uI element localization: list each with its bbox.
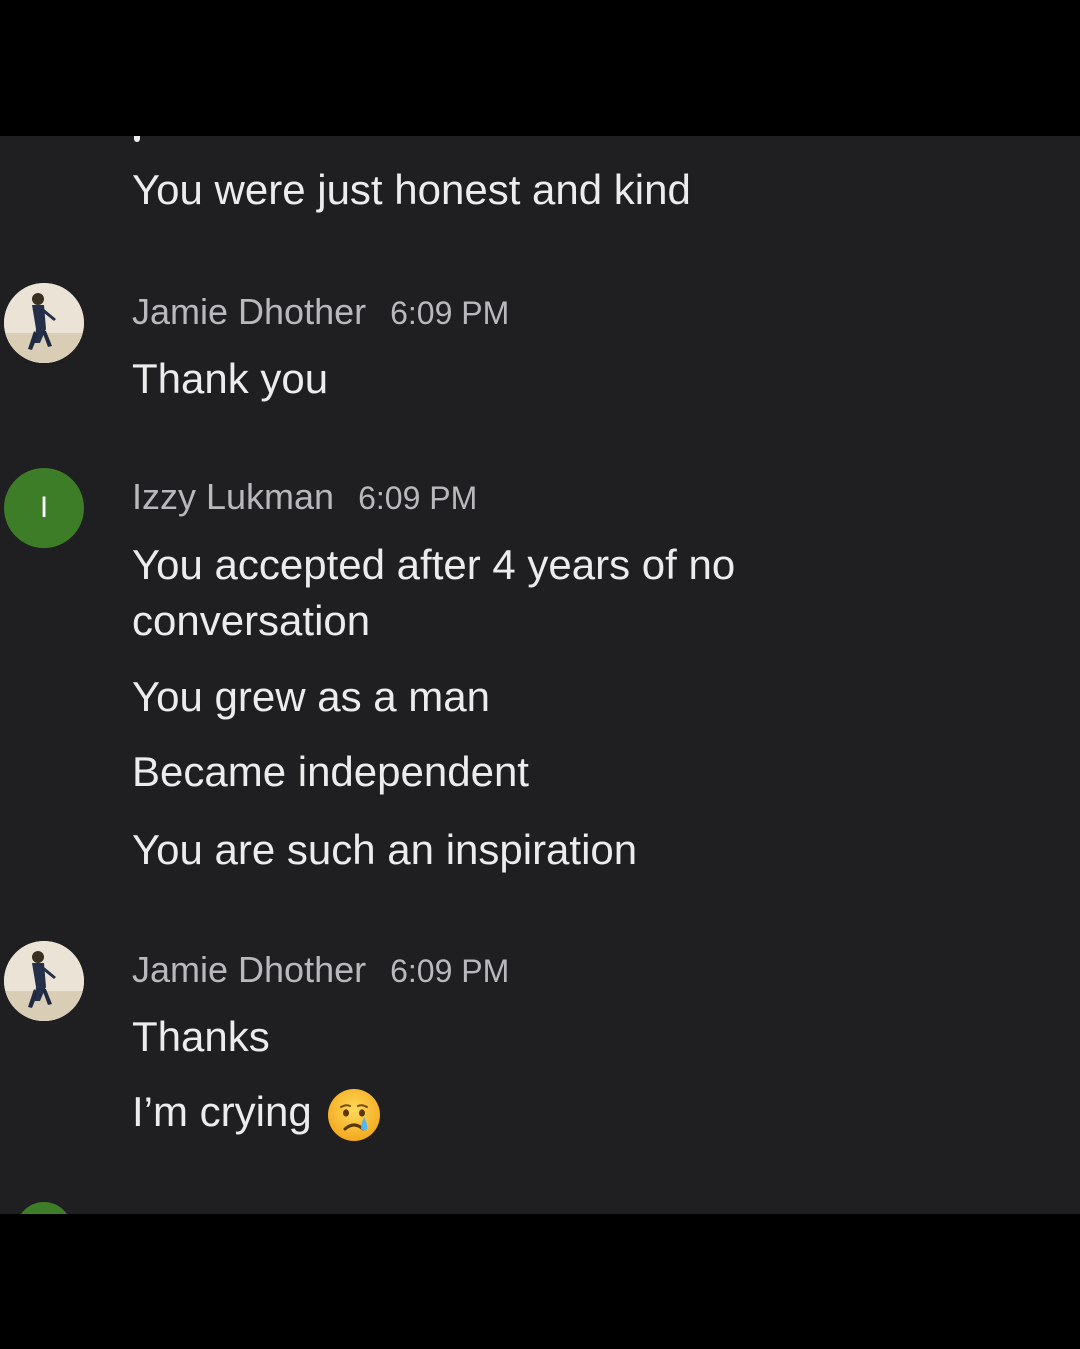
sender-name[interactable]: Izzy Lukman <box>132 476 334 517</box>
sender-name[interactable]: Jamie Dhother <box>132 291 366 332</box>
message-header: Jamie Dhother 6:09 PM <box>132 292 509 332</box>
message-text: Thank you <box>132 355 329 402</box>
message-line: I’m crying <box>132 1084 382 1143</box>
user-avatar-jamie[interactable] <box>4 283 84 363</box>
message-text: You grew as a man <box>132 673 491 720</box>
message-text: You are such an inspiration <box>132 826 638 873</box>
avatar-photo-icon <box>4 283 84 363</box>
message-text: I’m crying <box>132 1088 312 1135</box>
message-time: 6:09 PM <box>358 480 478 516</box>
next-avatar[interactable] <box>16 1202 72 1214</box>
sender-name[interactable]: Jamie Dhother <box>132 949 366 990</box>
message-time: 6:09 PM <box>390 953 510 989</box>
message-header: Izzy Lukman 6:09 PM <box>132 477 477 517</box>
user-avatar-jamie[interactable] <box>4 941 84 1021</box>
user-avatar-izzy[interactable]: I <box>4 468 84 548</box>
chat-view: You were just honest and kind Jamie Dhot… <box>0 136 1080 1214</box>
message-text: You accepted after 4 years of no convers… <box>132 541 736 644</box>
avatar-photo-icon <box>4 941 84 1021</box>
message-text: You were just honest and kind <box>132 166 691 213</box>
message-time: 6:09 PM <box>390 295 510 331</box>
message-text: Became independent <box>132 748 529 795</box>
clipped-text-fragment <box>134 136 140 142</box>
message-text: Thanks <box>132 1013 270 1060</box>
crying-face-icon <box>326 1087 382 1143</box>
message-header: Jamie Dhother 6:09 PM <box>132 950 509 990</box>
